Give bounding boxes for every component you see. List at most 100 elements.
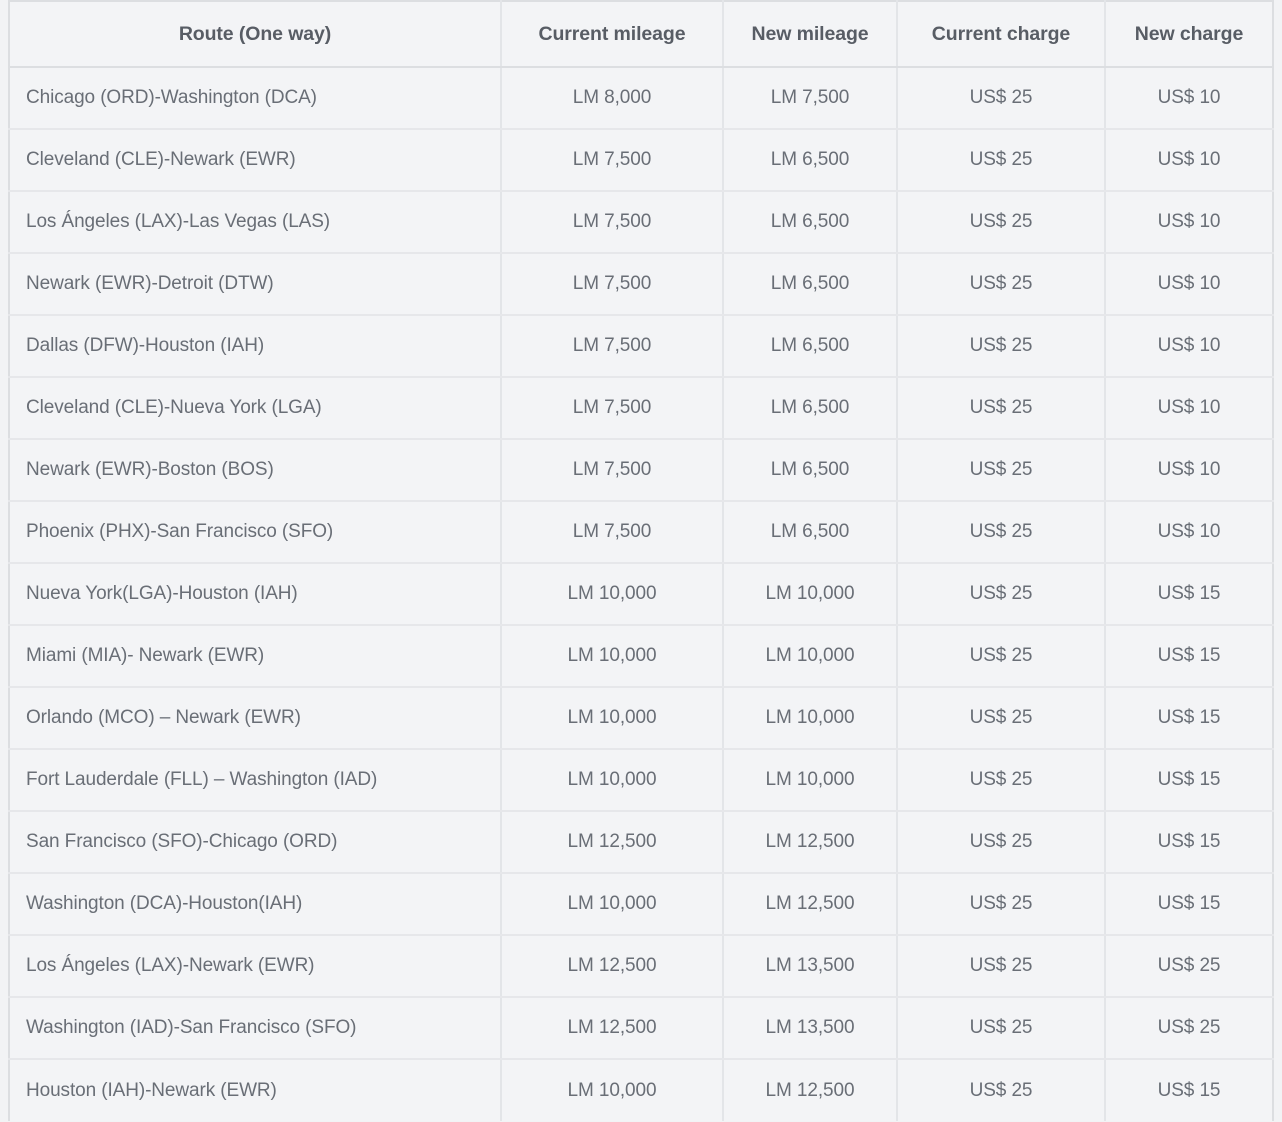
cell-new-charge: US$ 15	[1105, 687, 1273, 749]
table-row: San Francisco (SFO)-Chicago (ORD)LM 12,5…	[9, 811, 1273, 873]
cell-current-mileage: LM 7,500	[501, 377, 723, 439]
cell-current-charge: US$ 25	[897, 997, 1105, 1059]
cell-route: Phoenix (PHX)-San Francisco (SFO)	[9, 501, 501, 563]
table-row: Washington (IAD)-San Francisco (SFO)LM 1…	[9, 997, 1273, 1059]
cell-current-mileage: LM 8,000	[501, 67, 723, 129]
cell-new-charge: US$ 15	[1105, 563, 1273, 625]
cell-new-mileage: LM 7,500	[723, 67, 897, 129]
cell-current-mileage: LM 7,500	[501, 315, 723, 377]
cell-route: Newark (EWR)-Boston (BOS)	[9, 439, 501, 501]
cell-new-mileage: LM 6,500	[723, 501, 897, 563]
cell-route: Nueva York(LGA)-Houston (IAH)	[9, 563, 501, 625]
column-header-current-charge: Current charge	[897, 1, 1105, 67]
cell-new-mileage: LM 12,500	[723, 1059, 897, 1121]
cell-current-mileage: LM 7,500	[501, 253, 723, 315]
cell-new-charge: US$ 10	[1105, 129, 1273, 191]
cell-current-charge: US$ 25	[897, 129, 1105, 191]
cell-current-charge: US$ 25	[897, 563, 1105, 625]
cell-new-charge: US$ 10	[1105, 191, 1273, 253]
cell-new-mileage: LM 10,000	[723, 625, 897, 687]
column-header-new-mileage: New mileage	[723, 1, 897, 67]
cell-current-charge: US$ 25	[897, 501, 1105, 563]
cell-new-charge: US$ 25	[1105, 997, 1273, 1059]
cell-route: Houston (IAH)-Newark (EWR)	[9, 1059, 501, 1121]
cell-current-mileage: LM 10,000	[501, 563, 723, 625]
cell-new-charge: US$ 15	[1105, 873, 1273, 935]
cell-new-charge: US$ 15	[1105, 1059, 1273, 1121]
cell-new-charge: US$ 10	[1105, 501, 1273, 563]
cell-new-mileage: LM 13,500	[723, 997, 897, 1059]
cell-route: Cleveland (CLE)-Newark (EWR)	[9, 129, 501, 191]
cell-route: San Francisco (SFO)-Chicago (ORD)	[9, 811, 501, 873]
table-header-row: Route (One way) Current mileage New mile…	[9, 1, 1273, 67]
table-row: Cleveland (CLE)-Newark (EWR)LM 7,500LM 6…	[9, 129, 1273, 191]
cell-route: Newark (EWR)-Detroit (DTW)	[9, 253, 501, 315]
cell-new-mileage: LM 6,500	[723, 377, 897, 439]
cell-new-mileage: LM 12,500	[723, 873, 897, 935]
cell-new-mileage: LM 12,500	[723, 811, 897, 873]
table-row: Nueva York(LGA)-Houston (IAH)LM 10,000LM…	[9, 563, 1273, 625]
table-row: Dallas (DFW)-Houston (IAH)LM 7,500LM 6,5…	[9, 315, 1273, 377]
cell-new-charge: US$ 10	[1105, 439, 1273, 501]
table-row: Cleveland (CLE)-Nueva York (LGA)LM 7,500…	[9, 377, 1273, 439]
cell-current-mileage: LM 10,000	[501, 687, 723, 749]
cell-new-charge: US$ 25	[1105, 935, 1273, 997]
table-row: Fort Lauderdale (FLL) – Washington (IAD)…	[9, 749, 1273, 811]
cell-route: Cleveland (CLE)-Nueva York (LGA)	[9, 377, 501, 439]
cell-current-mileage: LM 7,500	[501, 501, 723, 563]
cell-current-mileage: LM 10,000	[501, 1059, 723, 1121]
cell-current-charge: US$ 25	[897, 687, 1105, 749]
table-row: Washington (DCA)-Houston(IAH)LM 10,000LM…	[9, 873, 1273, 935]
column-header-new-charge: New charge	[1105, 1, 1273, 67]
cell-route: Los Ángeles (LAX)-Las Vegas (LAS)	[9, 191, 501, 253]
cell-route: Chicago (ORD)-Washington (DCA)	[9, 67, 501, 129]
cell-new-mileage: LM 6,500	[723, 439, 897, 501]
cell-route: Washington (DCA)-Houston(IAH)	[9, 873, 501, 935]
fare-change-table: Route (One way) Current mileage New mile…	[8, 0, 1274, 1121]
table-body: Chicago (ORD)-Washington (DCA)LM 8,000LM…	[9, 67, 1273, 1121]
cell-new-charge: US$ 15	[1105, 811, 1273, 873]
cell-new-charge: US$ 10	[1105, 315, 1273, 377]
cell-current-mileage: LM 7,500	[501, 191, 723, 253]
cell-current-charge: US$ 25	[897, 253, 1105, 315]
cell-new-mileage: LM 10,000	[723, 563, 897, 625]
cell-current-charge: US$ 25	[897, 625, 1105, 687]
column-header-current-mileage: Current mileage	[501, 1, 723, 67]
cell-new-mileage: LM 6,500	[723, 253, 897, 315]
table-row: Phoenix (PHX)-San Francisco (SFO)LM 7,50…	[9, 501, 1273, 563]
cell-route: Miami (MIA)- Newark (EWR)	[9, 625, 501, 687]
cell-current-mileage: LM 10,000	[501, 625, 723, 687]
cell-current-charge: US$ 25	[897, 935, 1105, 997]
cell-new-mileage: LM 10,000	[723, 687, 897, 749]
cell-new-charge: US$ 10	[1105, 253, 1273, 315]
cell-current-charge: US$ 25	[897, 873, 1105, 935]
cell-new-mileage: LM 6,500	[723, 191, 897, 253]
cell-current-mileage: LM 12,500	[501, 811, 723, 873]
cell-new-charge: US$ 15	[1105, 625, 1273, 687]
cell-current-mileage: LM 10,000	[501, 749, 723, 811]
cell-new-mileage: LM 13,500	[723, 935, 897, 997]
table-row: Orlando (MCO) – Newark (EWR)LM 10,000LM …	[9, 687, 1273, 749]
column-header-route: Route (One way)	[9, 1, 501, 67]
cell-new-mileage: LM 6,500	[723, 129, 897, 191]
cell-new-mileage: LM 6,500	[723, 315, 897, 377]
cell-new-charge: US$ 10	[1105, 67, 1273, 129]
cell-current-charge: US$ 25	[897, 811, 1105, 873]
cell-route: Fort Lauderdale (FLL) – Washington (IAD)	[9, 749, 501, 811]
fare-change-table-container: Route (One way) Current mileage New mile…	[0, 0, 1282, 1121]
table-row: Newark (EWR)-Detroit (DTW)LM 7,500LM 6,5…	[9, 253, 1273, 315]
cell-current-charge: US$ 25	[897, 191, 1105, 253]
cell-current-charge: US$ 25	[897, 67, 1105, 129]
cell-route: Dallas (DFW)-Houston (IAH)	[9, 315, 501, 377]
cell-current-charge: US$ 25	[897, 377, 1105, 439]
cell-current-mileage: LM 12,500	[501, 997, 723, 1059]
table-row: Chicago (ORD)-Washington (DCA)LM 8,000LM…	[9, 67, 1273, 129]
cell-current-mileage: LM 7,500	[501, 439, 723, 501]
table-row: Los Ángeles (LAX)-Las Vegas (LAS)LM 7,50…	[9, 191, 1273, 253]
cell-route: Washington (IAD)-San Francisco (SFO)	[9, 997, 501, 1059]
cell-current-charge: US$ 25	[897, 1059, 1105, 1121]
table-row: Houston (IAH)-Newark (EWR)LM 10,000LM 12…	[9, 1059, 1273, 1121]
cell-new-charge: US$ 15	[1105, 749, 1273, 811]
cell-current-mileage: LM 10,000	[501, 873, 723, 935]
cell-current-charge: US$ 25	[897, 315, 1105, 377]
